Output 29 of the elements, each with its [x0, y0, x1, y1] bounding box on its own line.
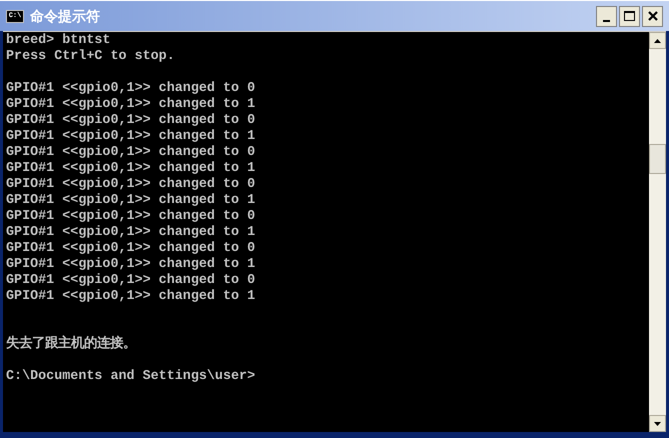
console-line: Press Ctrl+C to stop.: [6, 49, 175, 65]
console-line: GPIO#1 <<gpio0,1>> changed to 1: [6, 97, 256, 113]
console-line: GPIO#1 <<gpio0,1>> changed to 1: [6, 257, 256, 273]
console-line: GPIO#1 <<gpio0,1>> changed to 0: [6, 209, 256, 225]
console-line: C:\Documents and Settings\user>: [6, 369, 256, 385]
window-title: 命令提示符: [30, 6, 100, 26]
down-arrow-icon: [654, 422, 661, 426]
console-line: GPIO#1 <<gpio0,1>> changed to 0: [6, 113, 256, 129]
console-line: 失去了跟主机的连接。: [6, 337, 136, 353]
scroll-up-button[interactable]: [649, 32, 666, 49]
minimize-button[interactable]: [596, 6, 617, 26]
console-line: GPIO#1 <<gpio0,1>> changed to 1: [6, 161, 256, 177]
close-button[interactable]: [642, 6, 663, 26]
console-line: GPIO#1 <<gpio0,1>> changed to 1: [6, 193, 256, 209]
close-icon: [648, 11, 658, 21]
console-line: GPIO#1 <<gpio0,1>> changed to 1: [6, 225, 256, 241]
scroll-down-button[interactable]: [649, 415, 666, 432]
console-line: GPIO#1 <<gpio0,1>> changed to 1: [6, 129, 256, 145]
console-line: GPIO#1 <<gpio0,1>> changed to 0: [6, 145, 256, 161]
console-line: breed> btntst: [6, 33, 110, 49]
console-line: GPIO#1 <<gpio0,1>> changed to 1: [6, 289, 256, 305]
console-line: GPIO#1 <<gpio0,1>> changed to 0: [6, 273, 256, 289]
up-arrow-icon: [654, 38, 661, 42]
scroll-thumb[interactable]: [649, 144, 666, 174]
console-line: GPIO#1 <<gpio0,1>> changed to 0: [6, 241, 256, 257]
console-line: GPIO#1 <<gpio0,1>> changed to 0: [6, 81, 256, 97]
console-line: GPIO#1 <<gpio0,1>> changed to 0: [6, 177, 256, 193]
scrollbar[interactable]: [649, 32, 666, 432]
maximize-button[interactable]: [619, 6, 640, 26]
